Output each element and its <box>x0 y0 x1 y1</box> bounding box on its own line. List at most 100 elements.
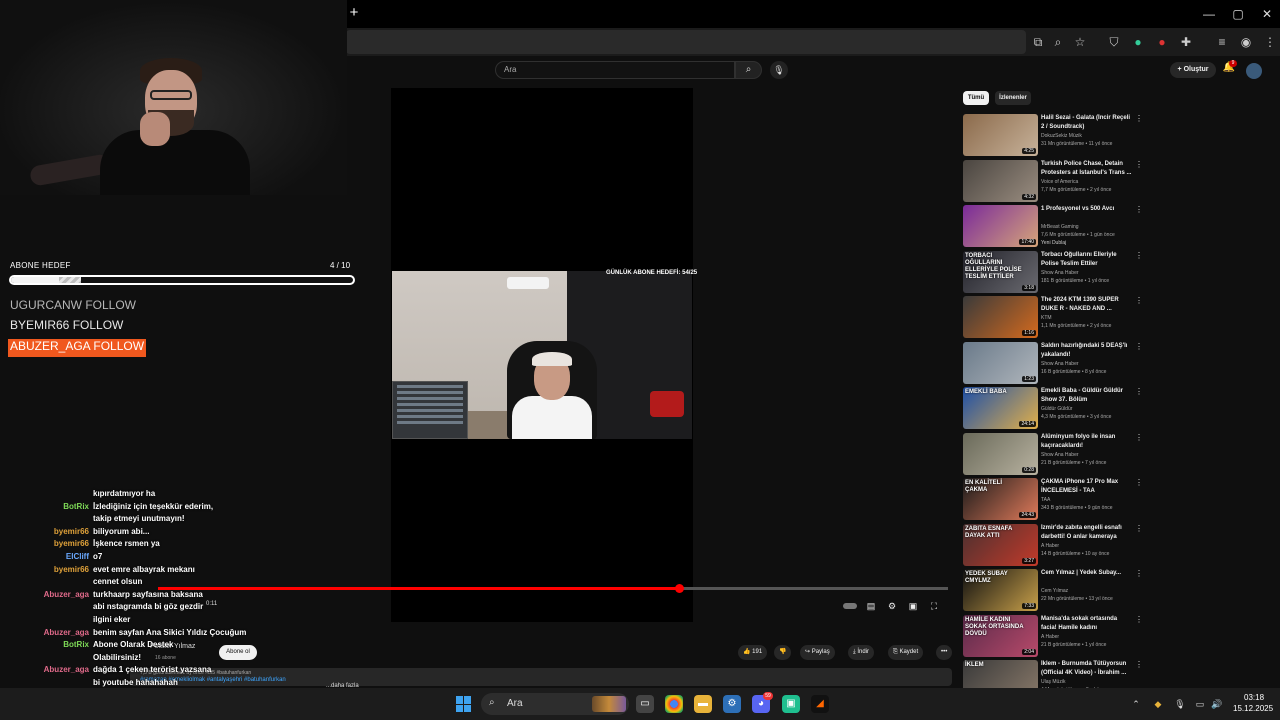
clock-date[interactable]: 15.12.2025 <box>1233 704 1273 713</box>
tray-app-icon[interactable]: ◆ <box>1152 698 1164 710</box>
install-icon[interactable]: ⧉ <box>1030 34 1046 50</box>
more-actions-button[interactable]: ••• <box>936 645 953 660</box>
create-button[interactable]: + Oluştur <box>1170 62 1216 78</box>
mic-button[interactable]: 🎙 <box>770 61 788 79</box>
settings-app-icon[interactable]: ⚙ <box>723 695 741 713</box>
subtitles-icon[interactable]: ▤ <box>864 600 878 612</box>
channel-name[interactable]: Voice of America <box>1041 179 1078 185</box>
task-view-icon[interactable]: ▭ <box>636 695 654 713</box>
channel-name[interactable]: Cem Yılmaz <box>1041 588 1068 594</box>
video-thumbnail[interactable]: 1:23 <box>963 341 1038 384</box>
more-options-icon[interactable]: ⋮ <box>1135 251 1143 260</box>
fullscreen-icon[interactable]: ⛶ <box>927 600 941 612</box>
settings-icon[interactable]: ⚙ <box>885 600 899 612</box>
more-options-icon[interactable]: ⋮ <box>1135 160 1143 169</box>
like-button[interactable]: 👍 191 <box>738 645 768 660</box>
channel-name[interactable]: TAA <box>1041 497 1050 503</box>
video-thumbnail[interactable]: TORBACI OĞULLARINI ELLERİYLE POLİSE TESL… <box>963 250 1038 293</box>
more-options-icon[interactable]: ⋮ <box>1135 615 1143 624</box>
share-button[interactable]: ↪ Paylaş <box>800 645 835 660</box>
video-title[interactable]: Saldırı hazırlığındaki 5 DEAŞ'lı yakalan… <box>1041 342 1133 360</box>
video-title[interactable]: Manisa'da sokak ortasında facia! Hamile … <box>1041 615 1133 633</box>
channel-name[interactable]: MrBeast Gaming <box>1041 224 1079 230</box>
channel-name[interactable]: A Haber <box>1041 543 1059 549</box>
more-options-icon[interactable]: ⋮ <box>1135 569 1143 578</box>
recommendation-item[interactable]: EMEKLİ BABA 24:14 Emekli Baba - Güldür Gül… <box>963 387 1143 429</box>
video-title[interactable]: İklem - Burnumda Tütüyorsun (Official 4K… <box>1041 660 1133 678</box>
save-button[interactable]: ⎘ Kaydet <box>888 645 924 660</box>
more-options-icon[interactable]: ⋮ <box>1135 342 1143 351</box>
video-thumbnail[interactable]: EN KALİTELİ ÇAKMA 24:43 <box>963 478 1038 520</box>
channel-name[interactable]: Ulaş Müzik <box>1041 679 1065 685</box>
chip-all[interactable]: Tümü <box>963 91 989 105</box>
channel-name[interactable]: Show Ana Haber <box>1041 270 1079 276</box>
recommendation-item[interactable]: 0:28 Alüminyum folyo ile insan kaçıracakl… <box>963 432 1143 475</box>
dislike-button[interactable]: 👎 <box>774 645 792 660</box>
search-input[interactable]: Ara <box>495 61 735 79</box>
more-options-icon[interactable]: ⋮ <box>1135 660 1143 669</box>
more-options-icon[interactable]: ⋮ <box>1135 433 1143 442</box>
video-thumbnail[interactable]: 17:40 <box>963 205 1038 247</box>
chrome-icon[interactable] <box>665 695 683 713</box>
recommendation-item[interactable]: 4:32 Turkish Police Chase, Detain Protest… <box>963 159 1143 202</box>
recommendation-item[interactable]: YEDEK SUBAY CMYLMZ 7:33 Cem Yılmaz | Yedek… <box>963 569 1143 611</box>
video-title[interactable]: İzmir'de zabıta engelli esnafı darbetti!… <box>1041 524 1133 542</box>
video-title[interactable]: Torbacı Oğullarını Elleriyle Polise Tesl… <box>1041 251 1133 269</box>
video-thumbnail[interactable]: YEDEK SUBAY CMYLMZ 7:33 <box>963 569 1038 611</box>
search-button[interactable]: ⌕ <box>735 61 762 79</box>
recommendation-item[interactable]: EN KALİTELİ ÇAKMA 24:43 ÇAKMA iPhone 17 Pr… <box>963 478 1143 520</box>
more-options-icon[interactable]: ⋮ <box>1135 524 1143 533</box>
video-thumbnail[interactable]: 4:25 <box>963 114 1038 156</box>
more-options-icon[interactable]: ⋮ <box>1135 205 1143 214</box>
video-title[interactable]: Cem Yılmaz | Yedek Subay... <box>1041 569 1133 587</box>
star-icon[interactable]: ☆ <box>1072 34 1088 50</box>
maximize-button[interactable]: ▢ <box>1223 4 1253 24</box>
file-explorer-icon[interactable]: ▬ <box>694 695 712 713</box>
puzzle-icon[interactable]: ✚ <box>1178 34 1194 50</box>
new-tab-button[interactable]: + <box>346 5 362 21</box>
video-thumbnail[interactable]: EMEKLİ BABA 24:14 <box>963 387 1038 429</box>
avatar[interactable] <box>1246 63 1262 79</box>
video-title[interactable]: Alüminyum folyo ile insan kaçıracaklardı… <box>1041 433 1133 451</box>
video-title[interactable]: ÇAKMA iPhone 17 Pro Max İNCELEMESİ - TAA <box>1041 478 1133 496</box>
more-options-icon[interactable]: ⋮ <box>1135 387 1143 396</box>
download-button[interactable]: ⤓ İndir <box>848 645 874 660</box>
media-icon[interactable]: ≡ <box>1214 34 1230 50</box>
extension-icon[interactable]: ● <box>1130 34 1146 50</box>
more-options-icon[interactable]: ⋮ <box>1135 296 1143 305</box>
subscribe-button[interactable]: Abone ol <box>219 645 257 660</box>
video-thumbnail[interactable]: HAMİLE KADINI SOKAK ORTASINDA DÖVDÜ 2:04 <box>963 614 1038 657</box>
microphone-icon[interactable]: 🎙 <box>1174 698 1186 710</box>
app-icon[interactable]: ▣ <box>782 695 800 713</box>
more-options-icon[interactable]: ⋮ <box>1135 478 1143 487</box>
recommendation-item[interactable]: 17:40 1 Profesyonel vs 500 Avcı MrBeast Ga… <box>963 205 1143 247</box>
channel-name[interactable]: Show Ana Haber <box>1041 452 1079 458</box>
recommendation-item[interactable]: 1:16 The 2024 KTM 1390 SUPER DUKE R - NAK… <box>963 296 1143 338</box>
video-title[interactable]: 1 Profesyonel vs 500 Avcı <box>1041 205 1133 223</box>
profile-icon[interactable]: ◉ <box>1238 34 1254 50</box>
speaker-icon[interactable]: 🔊 <box>1211 698 1223 710</box>
display-icon[interactable]: ▭ <box>1194 698 1206 710</box>
zoom-icon[interactable]: ⌕ <box>1050 34 1066 50</box>
address-bar[interactable] <box>346 30 1026 54</box>
video-title[interactable]: Emekli Baba - Güldür Güldür Show 37. Böl… <box>1041 387 1133 405</box>
channel-name[interactable]: DokuzSekiz Müzik <box>1041 133 1082 139</box>
clock-time[interactable]: 03:18 <box>1244 693 1264 702</box>
video-title[interactable]: Halil Sezai - Galata (İncir Reçeli 2 / S… <box>1041 114 1133 132</box>
channel-name[interactable]: Show Ana Haber <box>1041 361 1079 367</box>
video-title[interactable]: The 2024 KTM 1390 SUPER DUKE R - NAKED A… <box>1041 296 1133 314</box>
recommendation-item[interactable]: 1:23 Saldırı hazırlığındaki 5 DEAŞ'lı yak… <box>963 341 1143 384</box>
streaming-app-icon[interactable]: ◢ <box>811 695 829 713</box>
channel-name[interactable]: Güldür Güldür <box>1041 406 1072 412</box>
video-thumbnail[interactable]: ZABITA ESNAFA DAYAK ATTI 3:27 <box>963 523 1038 566</box>
recommendation-item[interactable]: HAMİLE KADINI SOKAK ORTASINDA DÖVDÜ 2:04 M… <box>963 614 1143 657</box>
recommendation-item[interactable]: TORBACI OĞULLARINI ELLERİYLE POLİSE TESL… <box>963 250 1143 293</box>
recommendation-item[interactable]: ZABITA ESNAFA DAYAK ATTI 3:27 İzmir'de zab… <box>963 523 1143 566</box>
windows-start-icon[interactable] <box>456 696 472 712</box>
video-title[interactable]: Turkish Police Chase, Detain Protesters … <box>1041 160 1133 178</box>
chip-watched[interactable]: İzlenenler <box>995 91 1031 105</box>
recommendation-item[interactable]: 4:25 Halil Sezai - Galata (İncir Reçeli 2… <box>963 114 1143 156</box>
tray-chevron-icon[interactable]: ⌃ <box>1130 698 1142 710</box>
more-options-icon[interactable]: ⋮ <box>1135 114 1143 123</box>
video-thumbnail[interactable]: 4:32 <box>963 159 1038 202</box>
